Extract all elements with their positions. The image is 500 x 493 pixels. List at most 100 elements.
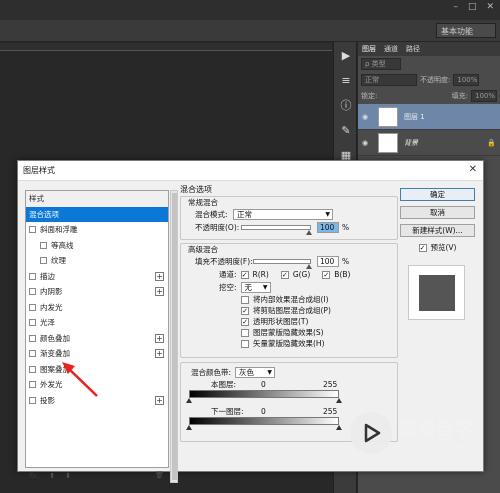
move-down-icon[interactable]: ⬇ [65,472,71,480]
style-item-inner-shadow[interactable]: 内阴影 + [26,284,168,300]
layer-opacity-input[interactable]: 100% [453,74,480,86]
slider-knob[interactable] [306,264,312,269]
general-blending-group: 常规混合 混合模式: 正常 ▼ 不透明度(O): 100 % [180,196,398,240]
layer-thumbnail [378,132,398,153]
checkbox[interactable] [29,350,36,358]
add-icon[interactable]: + [155,287,164,296]
checkbox[interactable] [29,334,36,342]
minimize-button[interactable]: – [453,2,458,12]
ok-button[interactable]: 确定 [400,188,475,201]
cancel-button[interactable]: 取消 [400,206,475,219]
opacity-input[interactable]: 100 [317,222,339,233]
style-item-gradient-overlay[interactable]: 渐变叠加 + [26,346,168,362]
blend-if-select[interactable]: 灰色 ▼ [235,367,276,378]
watermark-text: 溜溜自学 ZIXUE.3D66.COM [398,415,474,451]
channel-r-checkbox[interactable]: ✓ [240,270,249,279]
knockout-select[interactable]: 无 ▼ [240,282,271,293]
style-item-blending-options[interactable]: 混合选项 [26,206,168,222]
layer-row-background[interactable]: ◉ 背景 🔒 [358,130,500,156]
opacity-row: 不透明度(O): 100 % [181,221,397,235]
horizontal-ruler [0,43,332,51]
checkbox[interactable] [40,257,47,265]
history-icon[interactable]: ≡ [336,71,356,91]
tab-channels[interactable]: 通道 [384,42,398,56]
tab-paths[interactable]: 路径 [406,42,420,56]
white-point-knob[interactable] [336,425,342,430]
preview-checkbox[interactable]: ✓ [418,243,427,252]
option-label: 将内部效果混合成组(I) [253,295,329,304]
slider-knob[interactable] [306,230,312,235]
white-point-knob[interactable] [336,398,342,403]
checkbox[interactable] [29,288,36,296]
layer-row-layer1[interactable]: ◉ 图层 1 [358,104,500,130]
channel-r-label: R(R) [252,270,269,279]
chevron-down-icon: ▼ [267,369,273,376]
black-point-knob[interactable] [186,425,192,430]
style-list: 样式 混合选项 斜面和浮雕 等高线 纹理 描边 + 内阴影 + 内发光 光泽 颜… [25,190,169,468]
black-point-knob[interactable] [186,398,192,403]
tab-layers[interactable]: 图层 [362,42,376,56]
checkbox[interactable] [29,226,36,234]
opacity-slider[interactable] [241,225,312,235]
fill-opacity-input[interactable]: 100 [317,256,339,267]
checkbox[interactable] [29,303,36,311]
add-icon[interactable]: + [155,271,164,281]
eye-icon[interactable]: ◉ [362,113,372,121]
scrollbar-thumb[interactable] [172,193,177,480]
fill-opacity-slider[interactable] [253,259,312,269]
close-window-button[interactable]: ✕ [486,2,494,12]
checkbox[interactable] [29,272,36,280]
underlying-sliders [186,425,342,431]
style-item-outer-glow[interactable]: 外发光 [26,377,168,393]
channel-g-checkbox[interactable]: ✓ [280,270,289,279]
style-item-inner-glow[interactable]: 内发光 [26,300,168,316]
blend-clipped-layers-checkbox[interactable]: ✓ [241,306,249,315]
underlying-layer-label: 下一图层: [211,407,244,416]
checkbox[interactable] [29,381,36,389]
brush-icon[interactable]: ✎ [336,121,356,141]
style-list-scrollbar[interactable] [170,190,178,483]
checkbox[interactable] [40,241,47,249]
trash-icon[interactable]: 🗑 [155,471,164,479]
layer-blend-mode-select[interactable]: 正常 [361,74,417,86]
channel-b-checkbox[interactable]: ✓ [322,270,331,279]
style-item-color-overlay[interactable]: 颜色叠加 + [26,331,168,347]
move-up-icon[interactable]: ⬆ [49,472,55,480]
maximize-button[interactable]: □ [468,2,477,12]
checkbox[interactable] [29,319,36,327]
info-icon[interactable]: ⓘ [336,96,356,116]
option-row: 矢量蒙版隐藏效果(H) [181,338,397,349]
vector-mask-hides-checkbox[interactable] [241,339,249,348]
blend-interior-effects-checkbox[interactable] [241,295,249,304]
style-item-satin[interactable]: 光泽 [26,315,168,331]
fx-icon[interactable]: fx. [29,472,39,480]
this-layer-gradient [189,390,339,398]
layer-mask-hides-checkbox[interactable] [241,328,249,337]
blend-mode-select[interactable]: 正常 ▼ [233,209,333,220]
style-item-contour[interactable]: 等高线 [26,238,168,254]
opacity-label: 不透明度(O): [195,223,240,232]
workspace-switcher[interactable]: 基本功能 [436,23,496,38]
option-label: 透明形状图层(T) [253,317,309,326]
new-style-button[interactable]: 新建样式(W)... [400,224,475,237]
style-item-texture[interactable]: 纹理 [26,253,168,269]
add-icon[interactable]: + [155,395,164,405]
dialog-buttons: 确定 取消 新建样式(W)... ✓ 预览(V) [400,188,475,320]
this-layer-sliders [186,398,342,404]
style-item-drop-shadow[interactable]: 投影 + [26,393,168,409]
add-icon[interactable]: + [155,349,164,358]
style-item-bevel-emboss[interactable]: 斜面和浮雕 [26,222,168,238]
this-layer-max: 255 [323,380,338,389]
checkbox[interactable] [29,365,36,373]
add-icon[interactable]: + [155,333,164,343]
style-preview [408,265,465,320]
transparency-shapes-checkbox[interactable]: ✓ [241,317,249,326]
checkbox[interactable] [29,396,36,404]
style-item-pattern-overlay[interactable]: 图案叠加 [26,362,168,378]
eye-icon[interactable]: ◉ [362,139,372,147]
close-icon[interactable]: ✕ [469,164,477,175]
style-item-stroke[interactable]: 描边 + [26,269,168,285]
play-icon[interactable]: ▶ [336,46,356,66]
layer-kind-select[interactable]: ρ 类型 [361,58,401,70]
layer-fill-input[interactable]: 100% [471,90,497,102]
